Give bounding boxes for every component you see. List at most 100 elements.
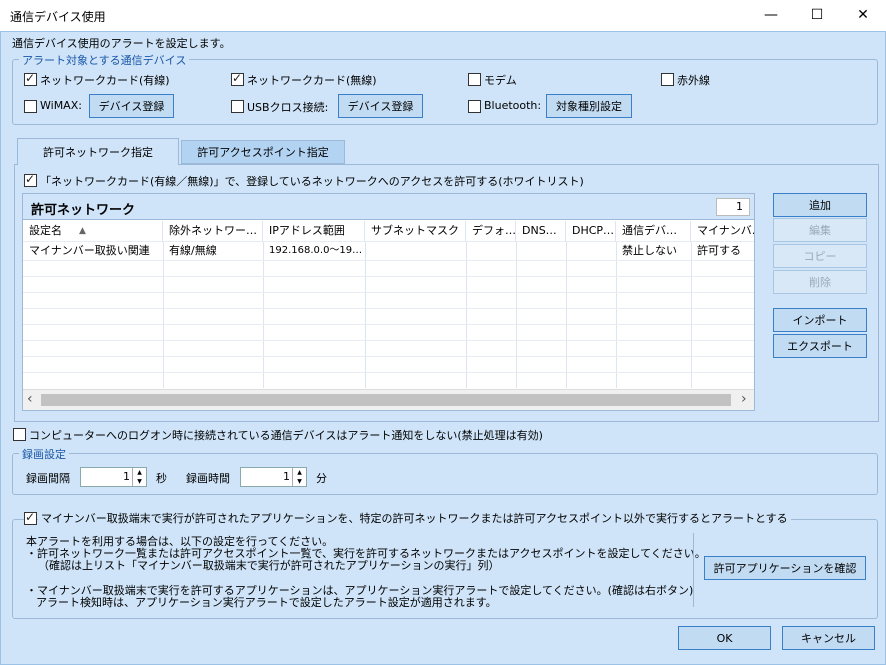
scroll-left-icon[interactable]: ‹	[27, 391, 33, 407]
interval-label: 録画間隔	[26, 472, 70, 485]
mynumber-checkbox[interactable]	[24, 510, 37, 525]
whitelist-label: 「ネットワークカード(有線／無線)」で、登録しているネットワークへのアクセスを許…	[40, 175, 584, 188]
divider	[693, 533, 694, 607]
ok-button[interactable]: OK	[678, 626, 771, 650]
whitelist-checkbox[interactable]	[24, 172, 37, 187]
maximize-button[interactable]: ☐	[794, 0, 840, 31]
column-divider	[263, 241, 264, 388]
logon-checkbox[interactable]	[13, 428, 26, 441]
row-divider	[23, 260, 754, 261]
mynumber-label: マイナンバー取扱端末で実行が許可されたアプリケーションを、特定の許可ネットワーク…	[38, 510, 791, 526]
wireless-checkbox[interactable]	[231, 71, 244, 86]
logon-label: コンピューターへのログオン時に接続されている通信デバイスはアラート通知をしない(…	[29, 429, 543, 442]
modem-label: モデム	[484, 74, 517, 87]
column-divider	[163, 241, 164, 388]
tab-allowed-access-point[interactable]: 許可アクセスポイント指定	[181, 140, 345, 164]
column-divider	[566, 241, 567, 388]
bluetooth-type-button[interactable]: 対象種別設定	[546, 94, 632, 118]
recording-legend: 録画設定	[19, 446, 69, 462]
cell-subnet	[365, 242, 466, 259]
add-button[interactable]: 追加	[773, 193, 867, 217]
wired-checkbox[interactable]	[24, 71, 37, 86]
column-header[interactable]: 通信デバ…	[616, 221, 691, 241]
stepper-down-icon[interactable]: ▼	[132, 477, 146, 486]
import-button[interactable]: インポート	[773, 308, 867, 332]
mynumber-line5: アラート検知時は、アプリケーション実行アラートで設定したアラート設定が適用されま…	[36, 596, 497, 609]
column-header[interactable]: DNS…	[516, 221, 566, 241]
grid-title-bar: 許可ネットワーク 1	[23, 194, 754, 220]
column-header[interactable]: マイナンバ…	[691, 221, 754, 241]
stepper-down-icon[interactable]: ▼	[292, 477, 306, 486]
column-header[interactable]: 設定名 ▲	[23, 221, 163, 241]
usb-checkbox[interactable]	[231, 100, 244, 113]
cell-dns	[516, 242, 566, 259]
wimax-register-button[interactable]: デバイス登録	[89, 94, 174, 118]
interval-value: 1	[123, 470, 130, 483]
row-divider	[23, 340, 754, 341]
cell-ip-range: 192.168.0.0～19…	[269, 245, 363, 256]
window-title: 通信デバイス使用	[10, 10, 106, 24]
column-header[interactable]: デフォ…	[466, 221, 516, 241]
modem-checkbox[interactable]	[468, 73, 481, 86]
horizontal-scrollbar[interactable]: ‹ ›	[23, 389, 754, 410]
interval-stepper[interactable]: 1 ▲ ▼	[80, 467, 147, 487]
stepper-up-icon[interactable]: ▲	[292, 468, 306, 477]
column-divider	[516, 241, 517, 388]
network-grid[interactable]: 許可ネットワーク 1 設定名 ▲ 除外ネットワー… IPアドレス範囲 サブネットマ…	[22, 193, 755, 411]
bluetooth-checkbox[interactable]	[468, 100, 481, 113]
delete-button[interactable]: 削除	[773, 270, 867, 294]
row-divider	[23, 372, 754, 373]
wimax-label: WiMAX:	[40, 99, 82, 112]
tab-allowed-network[interactable]: 許可ネットワーク指定	[17, 138, 179, 165]
row-divider	[23, 292, 754, 293]
column-header[interactable]: IPアドレス範囲	[263, 221, 365, 241]
column-divider	[365, 241, 366, 388]
cell-mynumber: 許可する	[697, 244, 741, 257]
copy-button[interactable]: コピー	[773, 244, 867, 268]
cell-excluded-network: 有線/無線	[169, 244, 217, 257]
row-divider	[23, 324, 754, 325]
row-divider	[23, 308, 754, 309]
wimax-checkbox[interactable]	[24, 100, 37, 113]
device-group-legend: アラート対象とする通信デバイス	[19, 52, 190, 68]
cancel-button[interactable]: キャンセル	[782, 626, 875, 650]
duration-value: 1	[283, 470, 290, 483]
usb-register-button[interactable]: デバイス登録	[338, 94, 423, 118]
column-header[interactable]: DHCP…	[566, 221, 616, 241]
duration-label: 録画時間	[186, 472, 230, 485]
infrared-label: 赤外線	[677, 74, 710, 87]
cell-dhcp	[566, 242, 616, 259]
mynumber-line3: （確認は上リスト「マイナンバー取扱端末で実行が許可されたアプリケーションの実行」…	[38, 559, 500, 572]
cell-setting-name: マイナンバー取扱い関連	[29, 244, 150, 257]
title-bar: 通信デバイス使用 — ☐ ✕	[0, 0, 886, 31]
duration-stepper[interactable]: 1 ▲ ▼	[240, 467, 307, 487]
confirm-apps-button[interactable]: 許可アプリケーションを確認	[704, 556, 866, 580]
column-header-label: 設定名	[29, 224, 62, 237]
interval-unit: 秒	[156, 472, 167, 485]
grid-title: 許可ネットワーク	[31, 203, 136, 218]
column-divider	[466, 241, 467, 388]
cell-device: 禁止しない	[622, 244, 677, 257]
export-button[interactable]: エクスポート	[773, 334, 867, 358]
column-divider	[691, 241, 692, 388]
cell-default-gateway	[466, 242, 516, 259]
scrollbar-thumb[interactable]	[41, 394, 731, 406]
description-text: 通信デバイス使用のアラートを設定します。	[12, 37, 231, 50]
stepper-up-icon[interactable]: ▲	[132, 468, 146, 477]
duration-unit: 分	[316, 472, 327, 485]
edit-button[interactable]: 編集	[773, 218, 867, 242]
column-header[interactable]: 除外ネットワー…	[163, 221, 263, 241]
infrared-checkbox[interactable]	[661, 73, 674, 86]
usb-label: USBクロス接続:	[247, 101, 329, 114]
grid-count: 1	[716, 198, 750, 216]
column-header[interactable]: サブネットマスク	[365, 221, 466, 241]
bluetooth-label: Bluetooth:	[484, 99, 542, 112]
row-divider	[23, 356, 754, 357]
minimize-button[interactable]: —	[748, 0, 794, 31]
row-divider	[23, 276, 754, 277]
sort-ascending-icon: ▲	[79, 226, 86, 236]
wired-label: ネットワークカード(有線)	[40, 74, 170, 87]
scroll-right-icon[interactable]: ›	[741, 391, 747, 407]
column-divider	[616, 241, 617, 388]
close-button[interactable]: ✕	[840, 0, 886, 31]
